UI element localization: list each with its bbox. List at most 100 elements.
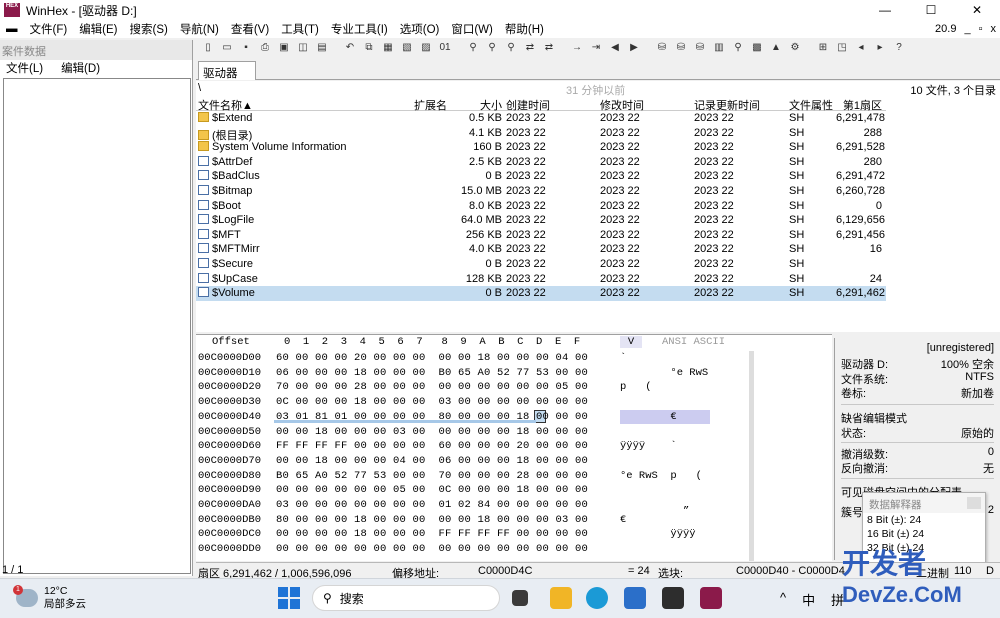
- goto-sector-icon[interactable]: ⇥: [588, 41, 604, 55]
- terminal-icon[interactable]: [662, 587, 684, 609]
- file-row[interactable]: $Bitmap 15.0 MB 2023 22 2023 22 2023 22 SH 6,2…: [196, 184, 886, 199]
- find-text-icon[interactable]: ⚲: [465, 41, 481, 55]
- prev-window-icon[interactable]: ◂: [853, 41, 869, 55]
- save-icon[interactable]: ▪: [238, 41, 254, 55]
- system-menu-icon[interactable]: ▬: [0, 23, 24, 35]
- file-created: 2023 22: [506, 228, 546, 241]
- cascade-icon[interactable]: ◳: [834, 41, 850, 55]
- clipboard-icon[interactable]: ▧: [399, 41, 415, 55]
- binary-icon[interactable]: 01: [437, 41, 453, 55]
- tray-overflow-icon[interactable]: ^: [780, 590, 786, 609]
- file-row[interactable]: $Boot 8.0 KB 2023 22 2023 22 2023 22 SH 0: [196, 199, 886, 214]
- file-row[interactable]: $MFT 256 KB 2023 22 2023 22 2023 22 SH 6,291,4…: [196, 228, 886, 243]
- menu-edit[interactable]: 编辑(E): [73, 21, 123, 37]
- file-icon: [198, 228, 209, 239]
- task-view-icon[interactable]: [512, 590, 528, 606]
- file-explorer-icon[interactable]: [550, 587, 572, 609]
- menu-help[interactable]: 帮助(H): [499, 21, 550, 37]
- file-row[interactable]: $Secure 0 B 2023 22 2023 22 2023 22 SH: [196, 257, 886, 272]
- calculator-icon[interactable]: ▩: [749, 41, 765, 55]
- forward-icon[interactable]: ▶: [626, 41, 642, 55]
- child-close-button[interactable]: x: [991, 23, 997, 35]
- next-window-icon[interactable]: ▸: [872, 41, 888, 55]
- menu-navigation[interactable]: 导航(N): [174, 21, 225, 37]
- properties-icon[interactable]: ▣: [276, 41, 292, 55]
- menu-file[interactable]: 文件(F): [24, 21, 74, 37]
- paste-icon[interactable]: ▦: [380, 41, 396, 55]
- hex-row[interactable]: 00C0000D80 B0 65 A0 52 77 53 00 00 70 00 …: [196, 469, 832, 484]
- hex-row[interactable]: 00C0000D10 06 00 00 00 18 00 00 00 B0 65 …: [196, 366, 832, 381]
- tab-drive-d[interactable]: 驱动器 D:: [198, 61, 256, 93]
- hex-scrollbar[interactable]: [749, 351, 754, 561]
- menu-specialist-tools[interactable]: 专业工具(I): [325, 21, 394, 37]
- menu-window[interactable]: 窗口(W): [445, 21, 499, 37]
- copy-icon[interactable]: ⧉: [361, 41, 377, 55]
- hex-row[interactable]: 00C0000DB0 80 00 00 00 18 00 00 00 00 00 …: [196, 513, 832, 528]
- tile-icon[interactable]: ⊞: [815, 41, 831, 55]
- copy-disk-icon[interactable]: ◫: [295, 41, 311, 55]
- hex-row[interactable]: 00C0000D50 00 00 18 00 00 00 03 00 00 00 …: [196, 425, 832, 440]
- new-file-icon[interactable]: ▯: [200, 41, 216, 55]
- menu-search[interactable]: 搜索(S): [124, 21, 174, 37]
- child-minimize-button[interactable]: _: [964, 23, 970, 35]
- case-tree[interactable]: [3, 78, 191, 574]
- hex-row[interactable]: 00C0000D00 60 00 00 00 20 00 00 00 00 00 …: [196, 351, 832, 366]
- case-edit-menu[interactable]: 编辑(D): [61, 60, 100, 76]
- store-icon[interactable]: [624, 587, 646, 609]
- file-row[interactable]: $AttrDef 2.5 KB 2023 22 2023 22 2023 22 SH 280: [196, 155, 886, 170]
- hash-icon[interactable]: ▲: [768, 41, 784, 55]
- file-row[interactable]: (根目录) 4.1 KB 2023 22 2023 22 2023 22 SH 288: [196, 126, 886, 142]
- open-folder-icon[interactable]: ▭: [219, 41, 235, 55]
- open-disk-icon[interactable]: ▤: [314, 41, 330, 55]
- menu-tools[interactable]: 工具(T): [275, 21, 325, 37]
- hex-row[interactable]: 00C0000D30 0C 00 00 00 18 00 00 00 03 00 …: [196, 395, 832, 410]
- write-icon[interactable]: ▨: [418, 41, 434, 55]
- find-hex-values-icon[interactable]: ⚲: [503, 41, 519, 55]
- folder-icon: [198, 129, 209, 140]
- close-button[interactable]: ✕: [954, 0, 1000, 20]
- hex-row[interactable]: 00C0000DD0 00 00 00 00 00 00 00 00 00 00 …: [196, 542, 832, 557]
- gear-icon[interactable]: ⚙: [787, 41, 803, 55]
- file-row[interactable]: $Extend 0.5 KB 2023 22 2023 22 2023 22 SH 6,29…: [196, 111, 886, 126]
- menu-view[interactable]: 查看(V): [225, 21, 275, 37]
- goto-offset-icon[interactable]: →: [569, 41, 585, 55]
- help-icon[interactable]: ?: [891, 41, 907, 55]
- menu-options[interactable]: 选项(O): [394, 21, 446, 37]
- case-file-menu[interactable]: 文件(L): [6, 60, 43, 76]
- file-row[interactable]: System Volume Information 160 B 2023 22 202…: [196, 140, 886, 155]
- find-hex-icon[interactable]: ⚲: [484, 41, 500, 55]
- hex-row[interactable]: 00C0000D20 70 00 00 00 28 00 00 00 00 00 …: [196, 380, 832, 395]
- start-button[interactable]: [278, 587, 300, 609]
- taskbar-search[interactable]: ⚲ 搜索: [312, 585, 500, 611]
- hex-row[interactable]: 00C0000D60 FF FF FF FF 00 00 00 00 60 00 …: [196, 439, 832, 454]
- hex-editor[interactable]: Offset 0 1 2 3 4 5 6 7 8 9 A B C D E F V…: [196, 334, 832, 561]
- interpreter-close-button[interactable]: [967, 497, 981, 509]
- undo-icon[interactable]: ↶: [342, 41, 358, 55]
- file-row[interactable]: $UpCase 128 KB 2023 22 2023 22 2023 22 SH 24: [196, 272, 886, 287]
- print-icon[interactable]: ⎙: [257, 41, 273, 55]
- edge-browser-icon[interactable]: [586, 587, 608, 609]
- hex-row[interactable]: 00C0000D90 00 00 00 00 00 00 05 00 0C 00 …: [196, 483, 832, 498]
- file-row[interactable]: $BadClus 0 B 2023 22 2023 22 2023 22 SH 6,291,…: [196, 169, 886, 184]
- file-row[interactable]: $Volume 0 B 2023 22 2023 22 2023 22 SH 6,291,4…: [196, 286, 886, 301]
- child-restore-button[interactable]: ▫: [979, 23, 983, 35]
- replace-hex-icon[interactable]: ⇄: [541, 41, 557, 55]
- winhex-taskbar-icon[interactable]: [700, 587, 722, 609]
- disk-edit-icon[interactable]: ⛁: [692, 41, 708, 55]
- ram-icon[interactable]: ▥: [711, 41, 727, 55]
- hex-row[interactable]: 00C0000DC0 00 00 00 00 18 00 00 00 FF FF …: [196, 527, 832, 542]
- disk-clone-icon[interactable]: ⛁: [673, 41, 689, 55]
- replace-text-icon[interactable]: ⇄: [522, 41, 538, 55]
- ime-mode[interactable]: 中: [802, 590, 815, 609]
- text-mode-dropdown[interactable]: V: [620, 336, 642, 348]
- maximize-button[interactable]: ☐: [908, 0, 954, 20]
- back-icon[interactable]: ◀: [607, 41, 623, 55]
- hex-row[interactable]: 00C0000D70 00 00 18 00 00 00 04 00 06 00 …: [196, 454, 832, 469]
- weather-widget[interactable]: 1 12°C 局部多云: [13, 585, 86, 611]
- file-row[interactable]: $MFTMirr 4.0 KB 2023 22 2023 22 2023 22 SH 16: [196, 242, 886, 257]
- hex-row[interactable]: 00C0000DA0 03 00 00 00 00 00 00 00 01 02 …: [196, 498, 832, 513]
- search-disk-icon[interactable]: ⚲: [730, 41, 746, 55]
- minimize-button[interactable]: —: [862, 0, 908, 20]
- file-row[interactable]: $LogFile 64.0 MB 2023 22 2023 22 2023 22 SH 6,…: [196, 213, 886, 228]
- disk-tools-icon[interactable]: ⛁: [654, 41, 670, 55]
